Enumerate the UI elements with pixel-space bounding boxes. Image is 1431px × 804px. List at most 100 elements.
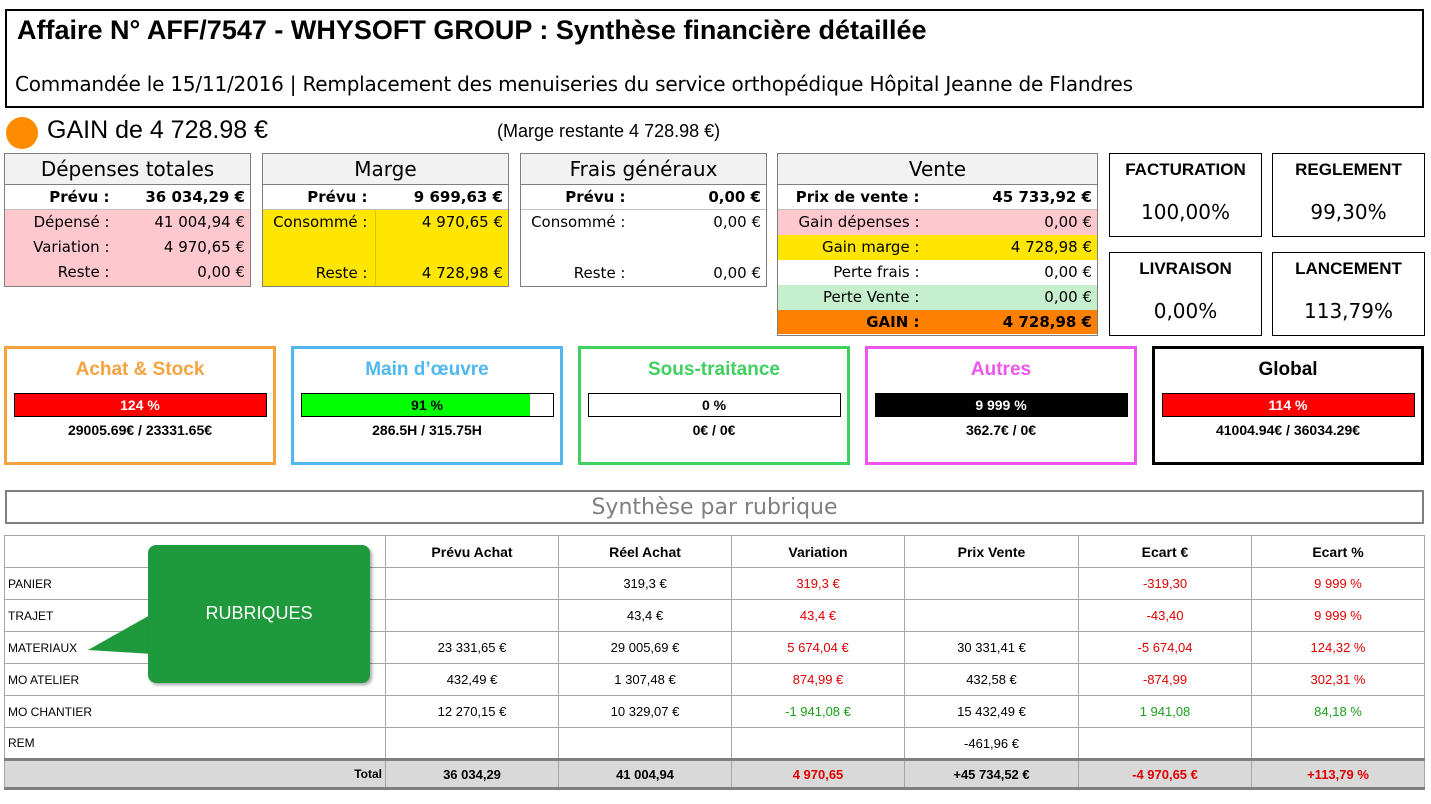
kpi-lancement: LANCEMENT 113,79% [1272, 252, 1425, 336]
synthese-title: Synthèse par rubrique [5, 490, 1424, 524]
depenses-reste-row: Reste : 0,00 € [5, 260, 250, 286]
depenses-box: Dépenses totales Prévu : 36 034,29 € Dép… [4, 153, 251, 287]
row-reel [558, 727, 732, 760]
frais-reste-label: Reste : [573, 264, 626, 282]
frais-consomme-label: Consommé : [531, 213, 626, 231]
row-prix: 30 331,41 € [904, 631, 1079, 664]
kpi-livraison-title: LIVRAISON [1139, 259, 1232, 278]
col-header-ecart-pct: Ecart % [1251, 535, 1425, 568]
kpi-lancement-value: 113,79% [1304, 299, 1393, 323]
row-ecart: -43,40 [1078, 599, 1252, 632]
marge-consomme-label: Consommé : [273, 213, 368, 231]
kpi-livraison-value: 0,00% [1153, 299, 1218, 323]
kpi-reglement: REGLEMENT 99,30% [1272, 153, 1425, 237]
gain-summary: GAIN de 4 728.98 € [47, 116, 268, 144]
row-reel: 1 307,48 € [558, 663, 732, 696]
row-variation: -1 941,08 € [731, 695, 905, 728]
kpi-reglement-value: 99,30% [1310, 200, 1387, 224]
card-main-oeuvre-bar: 91 % [300, 393, 554, 417]
row-ecart: 1 941,08 [1078, 695, 1252, 728]
total-reel: 41 004,94 [558, 758, 732, 790]
marge-consomme-value: 4 970,65 € [421, 213, 503, 231]
depenses-prevu-value: 36 034,29 € [145, 188, 245, 206]
marge-reste-row: Reste : 4 728,98 € [263, 261, 508, 286]
frais-box: Frais généraux Prévu : 0,00 € Consommé :… [520, 153, 767, 287]
card-main-oeuvre: Main d’œuvre 91 % 286.5H / 315.75H [291, 346, 563, 465]
card-autres-pct: 9 999 % [975, 397, 1027, 413]
row-ecart: -319,30 [1078, 567, 1252, 600]
card-main-oeuvre-pct: 91 % [411, 397, 443, 413]
row-reel: 43,4 € [558, 599, 732, 632]
marge-box: Marge Prévu : 9 699,63 € Consommé : 4 97… [262, 153, 509, 287]
row-name: REM [4, 727, 386, 760]
vente-gain-marge-row: Gain marge : 4 728,98 € [778, 235, 1097, 260]
table-row[interactable]: REM -461,96 € [4, 727, 1425, 760]
vente-title: Vente [778, 154, 1097, 185]
frais-reste-value: 0,00 € [713, 264, 761, 282]
vente-perte-frais-label: Perte frais : [833, 263, 920, 281]
card-global: Global 114 % 41004.94€ / 36034.29€ [1152, 346, 1424, 465]
kpi-reglement-title: REGLEMENT [1295, 160, 1402, 179]
row-ecart: -874,99 [1078, 663, 1252, 696]
vente-perte-vente-label: Perte Vente : [822, 288, 920, 306]
frais-prevu-label: Prévu : [565, 188, 626, 206]
frais-consomme-row: Consommé : 0,00 € [521, 210, 766, 235]
vente-perte-frais-row: Perte frais : 0,00 € [778, 260, 1097, 285]
card-global-bar: 114 % [1161, 393, 1415, 417]
row-prevu [385, 567, 559, 600]
marge-prevu-row: Prévu : 9 699,63 € [263, 185, 508, 210]
card-sous-traitance-pct: 0 % [701, 397, 727, 413]
card-autres-ratio: 362.7€ / 0€ [965, 422, 1037, 438]
depenses-reste-value: 0,00 € [197, 263, 245, 281]
card-main-oeuvre-title: Main d’œuvre [365, 359, 489, 380]
vente-perte-frais-value: 0,00 € [1044, 263, 1092, 281]
row-ecart-pct [1251, 727, 1425, 760]
card-autres-title: Autres [970, 359, 1032, 380]
depenses-depense-label: Dépensé : [33, 213, 110, 231]
col-header-variation: Variation [731, 535, 905, 568]
marge-prevu-label: Prévu : [307, 188, 368, 206]
depenses-prevu-label: Prévu : [49, 188, 110, 206]
rubriques-callout: RUBRIQUES [148, 545, 370, 683]
frais-title: Frais généraux [521, 154, 766, 185]
card-global-pct: 114 % [1268, 397, 1308, 413]
row-variation: 43,4 € [731, 599, 905, 632]
row-variation [731, 727, 905, 760]
kpi-facturation: FACTURATION 100,00% [1109, 153, 1262, 237]
vente-prix-label: Prix de vente : [795, 188, 920, 206]
row-variation: 874,99 € [731, 663, 905, 696]
depenses-depense-value: 41 004,94 € [154, 213, 245, 231]
card-achat-stock-bar: 124 % [13, 393, 267, 417]
depenses-variation-row: Variation : 4 970,65 € [5, 235, 250, 260]
card-sous-traitance-ratio: 0€ / 0€ [692, 422, 736, 438]
vente-gain-marge-label: Gain marge : [821, 238, 920, 256]
total-row: Total 36 034,29 41 004,94 4 970,65 +45 7… [4, 758, 1425, 790]
depenses-reste-label: Reste : [57, 263, 110, 281]
vente-prix-row: Prix de vente : 45 733,92 € [778, 185, 1097, 210]
row-ecart-pct: 84,18 % [1251, 695, 1425, 728]
row-prix: -461,96 € [904, 727, 1079, 760]
card-global-ratio: 41004.94€ / 36034.29€ [1215, 422, 1361, 438]
kpi-facturation-value: 100,00% [1141, 200, 1230, 224]
vente-perte-vente-value: 0,00 € [1044, 288, 1092, 306]
row-prevu: 432,49 € [385, 663, 559, 696]
marge-prevu-value: 9 699,63 € [413, 188, 503, 206]
vente-gain-row: GAIN : 4 728,98 € [778, 310, 1097, 334]
depenses-prevu-row: Prévu : 36 034,29 € [5, 185, 250, 210]
vente-gain-marge-value: 4 728,98 € [1010, 238, 1092, 256]
total-variation: 4 970,65 [731, 758, 905, 790]
vente-gain-value: 4 728,98 € [1002, 313, 1092, 331]
kpi-livraison: LIVRAISON 0,00% [1109, 252, 1262, 336]
row-variation: 319,3 € [731, 567, 905, 600]
card-sous-traitance-title: Sous-traitance [648, 359, 780, 380]
marge-yellow-block: Consommé : 4 970,65 € Reste : 4 728,98 € [263, 210, 508, 286]
card-achat-stock-pct: 124 % [120, 397, 160, 413]
depenses-variation-label: Variation : [33, 238, 110, 256]
row-ecart-pct: 124,32 % [1251, 631, 1425, 664]
table-row[interactable]: MO CHANTIER 12 270,15 € 10 329,07 € -1 9… [4, 695, 1425, 728]
row-ecart-pct: 9 999 % [1251, 599, 1425, 632]
card-autres-bar: 9 999 % [874, 393, 1128, 417]
vente-perte-vente-row: Perte Vente : 0,00 € [778, 285, 1097, 310]
row-prix: 432,58 € [904, 663, 1079, 696]
col-header-reel-achat: Réel Achat [558, 535, 732, 568]
